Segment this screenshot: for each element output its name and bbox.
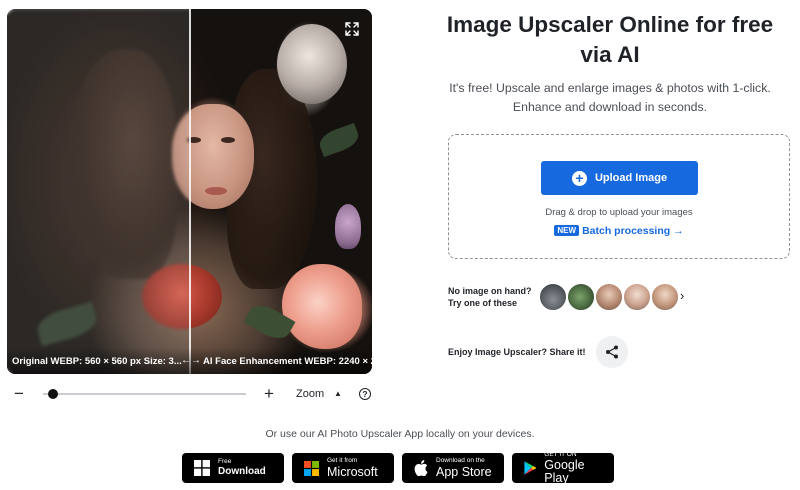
new-badge: NEW [554, 225, 580, 236]
zoom-label[interactable]: Zoom [296, 383, 324, 405]
zoom-controls: − + Zoom ▲ ? [10, 383, 380, 405]
original-caption: Original WEBP: 560 × 560 px Size: 3... [12, 356, 182, 367]
app-promo-text: Or use our AI Photo Upscaler App locally… [265, 428, 535, 440]
sample-image-car[interactable] [538, 282, 568, 312]
sample-image-landscape[interactable] [566, 282, 596, 312]
preview-image-flower-purple [335, 204, 361, 249]
windows-icon [194, 460, 210, 476]
store-small-text: Get it from [327, 457, 358, 464]
plus-circle-icon: + [571, 170, 587, 186]
microsoft-store-button[interactable]: Get it from Microsoft [292, 453, 394, 483]
store-big-text: Download [218, 466, 266, 478]
page-subtitle-line2: Enhance and download in seconds. [512, 100, 708, 114]
sample-images-label: No image on hand? Try one of these [448, 285, 532, 309]
share-icon [606, 345, 618, 359]
drop-hint: Drag & drop to upload your images [545, 207, 693, 218]
comparison-drag-handle-icon[interactable]: ←→ [177, 356, 205, 366]
original-side-overlay [7, 9, 190, 374]
preview-image-flower-top [277, 24, 347, 104]
help-icon[interactable]: ? [359, 388, 371, 400]
sample-images-label-line2: Try one of these [448, 298, 518, 308]
sample-image-portrait[interactable] [622, 282, 652, 312]
preview-image-leaf [316, 122, 362, 158]
batch-processing-label: Batch processing → [582, 225, 684, 237]
share-label: Enjoy Image Upscaler? Share it! [448, 347, 586, 357]
google-play-button[interactable]: GET IT ON Google Play [512, 451, 614, 485]
preview-image-eye-right [221, 137, 235, 143]
store-small-text: Free [218, 457, 232, 465]
expand-icon[interactable] [344, 21, 360, 37]
enhanced-caption: AI Face Enhancement WEBP: 2240 × 2... [203, 356, 372, 367]
comparison-slider-divider[interactable] [189, 9, 191, 374]
app-store-button[interactable]: Download on the App Store [402, 453, 504, 483]
batch-processing-link[interactable]: NEW Batch processing → [449, 225, 789, 237]
upload-dropzone[interactable]: + Upload Image Drag & drop to upload you… [448, 134, 790, 259]
page-subtitle: It's free! Upscale and enlarge images & … [430, 79, 790, 117]
store-badges: Free Download Get it from Microsoft Down… [182, 451, 614, 485]
zoom-in-button[interactable]: + [264, 383, 274, 405]
upload-image-button[interactable]: + Upload Image [541, 161, 698, 195]
zoom-slider-track[interactable] [43, 393, 246, 395]
sample-images [538, 282, 680, 312]
page-title: Image Upscaler Online for free via AI [430, 10, 790, 70]
upload-image-label: Upload Image [594, 172, 668, 184]
zoom-slider-knob[interactable] [48, 389, 59, 399]
store-big-text: Google Play [544, 458, 585, 485]
store-small-text: Download on the [436, 457, 485, 464]
preview-image-lips [205, 187, 227, 195]
windows-download-button[interactable]: Free Download [182, 453, 284, 483]
sample-image-portrait[interactable] [594, 282, 624, 312]
preview-image-flower-pink [282, 264, 362, 349]
microsoft-icon [304, 460, 319, 476]
store-big-text: App Store [436, 464, 492, 479]
page-subtitle-line1: It's free! Upscale and enlarge images & … [449, 81, 771, 95]
image-comparison-preview[interactable]: Original WEBP: 560 × 560 px Size: 3... ←… [7, 9, 372, 374]
sample-images-label-line1: No image on hand? [448, 286, 532, 296]
zoom-out-button[interactable]: − [14, 383, 24, 405]
apple-icon [414, 460, 428, 476]
store-big-text: Microsoft [327, 464, 378, 479]
chevron-right-icon[interactable]: › [680, 288, 684, 303]
share-button[interactable] [596, 336, 628, 368]
page-title-line1: Image Upscaler Online for free [446, 12, 774, 37]
caret-up-icon[interactable]: ▲ [334, 383, 342, 405]
google-play-icon [524, 461, 537, 475]
page-title-line2: via AI [580, 42, 640, 67]
sample-image-portrait[interactable] [650, 282, 680, 312]
